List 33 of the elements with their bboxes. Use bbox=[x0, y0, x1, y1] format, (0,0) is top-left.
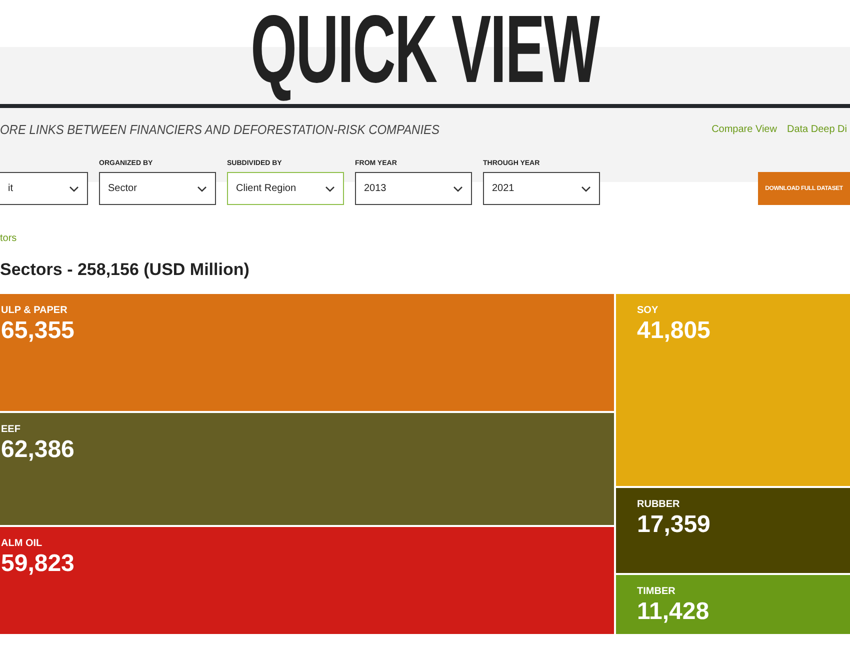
page-title: QUICK VIEW bbox=[250, 0, 600, 100]
tile-label: ALM OIL bbox=[1, 538, 42, 549]
subtitle: ORE LINKS BETWEEN FINANCIERS AND DEFORESTATION-RISK COMPANIES bbox=[0, 122, 440, 136]
tile-label: RUBBER bbox=[637, 499, 680, 510]
tile-label: EEF bbox=[1, 424, 20, 435]
chevron-down-icon bbox=[197, 186, 207, 192]
dropdown[interactable]: 2013 bbox=[355, 172, 472, 205]
tile-value: 59,823 bbox=[1, 550, 74, 578]
treemap-tile[interactable]: ULP & PAPER 65,355 bbox=[0, 294, 614, 411]
breadcrumb-link[interactable]: tors bbox=[0, 233, 17, 244]
treemap-tile[interactable]: ALM OIL 59,823 bbox=[0, 526, 614, 634]
tile-value: 65,355 bbox=[1, 317, 74, 345]
dropdown[interactable]: it bbox=[0, 172, 88, 205]
treemap-tile[interactable]: TIMBER 11,428 bbox=[616, 575, 850, 634]
chevron-down-icon bbox=[581, 186, 591, 192]
tile-label: TIMBER bbox=[637, 586, 676, 598]
chart-heading: Sectors - 258,156 (USD Million) bbox=[0, 260, 250, 281]
chevron-down-icon bbox=[69, 186, 79, 192]
tile-value: 62,386 bbox=[1, 436, 74, 464]
tile-value: 11,428 bbox=[637, 598, 710, 626]
tile-value: 41,805 bbox=[637, 317, 710, 345]
tile-label: ULP & PAPER bbox=[1, 305, 68, 316]
dropdown[interactable]: 2021 bbox=[483, 172, 600, 205]
treemap-tile[interactable]: EEF 62,386 bbox=[0, 412, 614, 525]
chevron-down-icon bbox=[325, 186, 335, 192]
dropdown[interactable]: Client Region bbox=[227, 172, 344, 205]
tile-value: 17,359 bbox=[637, 511, 710, 540]
nav-link[interactable]: Data Deep Di bbox=[786, 124, 847, 134]
dropdown[interactable]: Sector bbox=[99, 172, 216, 205]
treemap-tile[interactable]: RUBBER 17,359 bbox=[616, 488, 850, 574]
chevron-down-icon bbox=[453, 186, 463, 192]
nav-link[interactable]: Compare View bbox=[712, 124, 777, 134]
tile-label: SOY bbox=[637, 305, 658, 316]
